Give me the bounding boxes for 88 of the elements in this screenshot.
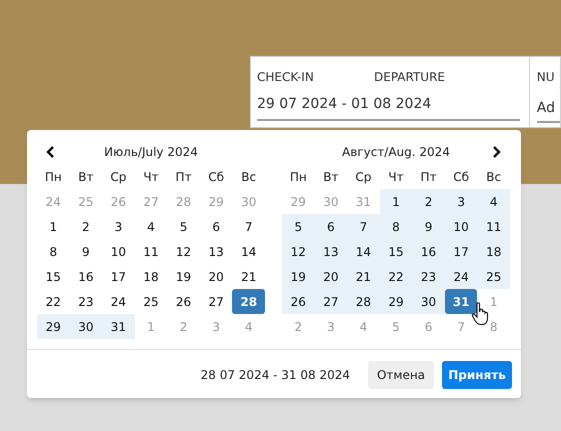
weekday-label: Ср [355,168,372,186]
weekday-label: Пт [420,168,437,186]
day-cell[interactable]: 26 [282,289,315,314]
day-cell[interactable]: 21 [347,264,380,289]
day-cell[interactable]: 4 [134,214,168,239]
day-cell[interactable]: 27 [314,289,348,314]
day-cell[interactable]: 5 [282,214,315,239]
day-cell[interactable]: 17 [444,239,478,264]
day-cell[interactable]: 22 [37,289,70,314]
weekday-label: Вс [486,168,502,186]
weekday-label: Сб [453,168,470,186]
selected-range-text: 28 07 2024 - 31 08 2024 [200,367,350,384]
day-cell[interactable]: 23 [70,289,102,314]
month-title: Июль/July 2024 [104,144,198,161]
day-cell[interactable]: 3 [444,189,478,214]
day-cell[interactable]: 20 [314,264,348,289]
day-cell[interactable]: 25 [477,264,510,289]
day-cell[interactable]: 15 [37,264,70,289]
day-cell[interactable]: 5 [167,214,200,239]
weekday-label: Пн [44,168,62,186]
date-range-field[interactable]: CHECK-IN DEPARTURE 29 07 2024 - 01 08 2024 [257,57,520,121]
hand-cursor-icon [471,302,491,326]
day-cell[interactable]: 12 [282,239,315,264]
day-cell[interactable]: 20 [200,264,232,289]
day-cell[interactable]: 3 [102,214,135,239]
day-cell[interactable]: 1 [380,189,412,214]
cancel-button[interactable]: Отмена [368,361,434,389]
day-cell[interactable]: 29 [37,314,70,339]
day-cell[interactable]: 4 [477,189,510,214]
day-cell[interactable]: 6 [200,214,232,239]
day-cell[interactable]: 25 [134,289,168,314]
day-cell[interactable]: 10 [102,239,135,264]
day-cell[interactable]: 13 [314,239,348,264]
day-cell[interactable]: 8 [37,239,70,264]
day-cell[interactable]: 30 [412,289,445,314]
day-cell[interactable]: 13 [200,239,232,264]
weekday-label: Вт [78,168,94,186]
day-cell[interactable]: 9 [70,239,102,264]
guests-label: NU [536,69,556,85]
day-cell[interactable]: 8 [380,214,412,239]
weekday-label: Сб [208,168,224,186]
day-cell[interactable]: 19 [167,264,200,289]
day-cell[interactable]: 18 [134,264,168,289]
day-cell[interactable]: 28 [232,289,265,314]
day-cell[interactable]: 24 [444,264,478,289]
day-cell[interactable]: 31 [102,314,135,339]
day-cell[interactable]: 23 [412,264,445,289]
day-cell[interactable]: 18 [477,239,510,264]
day-cell[interactable]: 7 [347,214,380,239]
day-cell[interactable]: 11 [477,214,510,239]
day-cell[interactable]: 9 [412,214,445,239]
day-cell[interactable]: 12 [167,239,200,264]
day-cell[interactable]: 7 [232,214,265,239]
day-cell[interactable]: 11 [134,239,168,264]
day-cell[interactable]: 30 [70,314,102,339]
month-title: Август/Aug. 2024 [342,144,450,161]
guests-field[interactable]: Ad [536,95,560,123]
weekday-label: Ср [110,168,126,186]
day-cell[interactable]: 14 [347,239,380,264]
day-cell[interactable]: 22 [380,264,412,289]
check-in-label: CHECK-IN [257,69,315,85]
weekday-label: Чт [143,168,159,186]
day-cell[interactable]: 2 [412,189,445,214]
day-cell[interactable]: 28 [347,289,380,314]
day-cell[interactable]: 10 [444,214,478,239]
apply-button[interactable]: Принять [442,361,512,389]
day-cell[interactable]: 16 [70,264,102,289]
day-cell[interactable]: 27 [200,289,232,314]
day-cell[interactable]: 26 [167,289,200,314]
day-cell[interactable]: 19 [282,264,315,289]
weekday-label: Пн [290,168,307,186]
day-cell[interactable]: 21 [232,264,265,289]
weekday-label: Вс [241,168,256,186]
day-cell[interactable]: 29 [380,289,412,314]
weekday-label: Вт [323,168,338,186]
day-cell[interactable]: 31 [444,289,478,314]
day-cell[interactable]: 6 [314,214,348,239]
date-range-value: 29 07 2024 - 01 08 2024 [257,95,432,113]
weekday-label: Чт [388,168,404,186]
day-cell[interactable]: 15 [380,239,412,264]
day-cell[interactable]: 17 [102,264,135,289]
day-cell[interactable]: 16 [412,239,445,264]
weekday-label: Пт [176,168,192,186]
day-cell[interactable]: 2 [70,214,102,239]
departure-label: DEPARTURE [374,69,445,85]
day-cell[interactable]: 14 [232,239,265,264]
day-cell[interactable]: 24 [102,289,135,314]
day-cell[interactable]: 1 [37,214,70,239]
